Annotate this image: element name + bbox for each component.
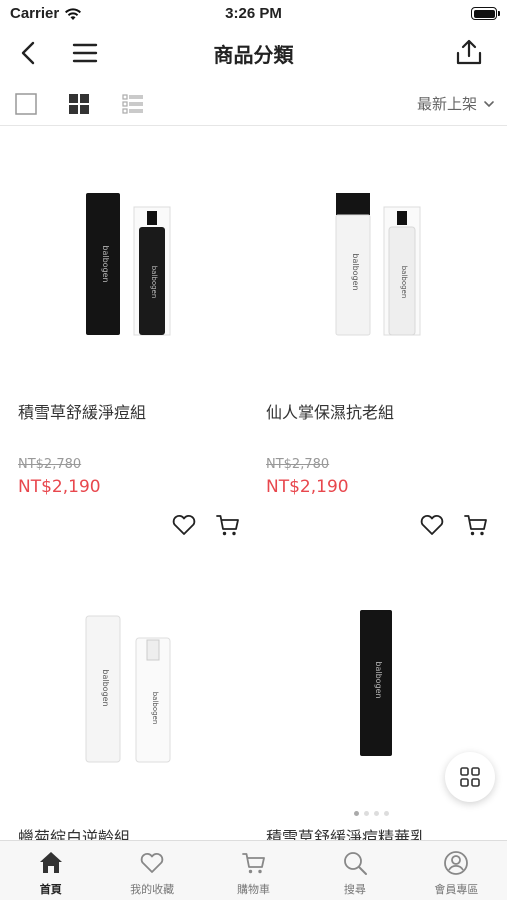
tab-label: 搜尋 [343, 883, 366, 896]
svg-text:balbogen: balbogen [101, 245, 110, 282]
back-icon[interactable] [14, 38, 44, 68]
page-dot [374, 811, 379, 816]
search-icon [344, 852, 367, 875]
page-indicator [354, 811, 389, 816]
svg-text:balbogen: balbogen [400, 266, 408, 299]
tab-label: 購物車 [237, 883, 271, 896]
grid-icon [460, 767, 480, 787]
sale-price: NT$2,190 [266, 477, 349, 497]
svg-text:balbogen: balbogen [151, 692, 159, 725]
product-name[interactable]: 仙人掌保濕抗老組 [266, 399, 394, 423]
tab-label: 我的收藏 [130, 883, 175, 896]
chevron-down-icon [484, 100, 494, 107]
tab-label: 首頁 [39, 883, 62, 896]
product-name[interactable]: 積雪草舒緩淨痘組 [18, 399, 146, 423]
tab-search[interactable]: 搜尋 [304, 841, 405, 900]
clock: 3:26 PM [225, 5, 282, 22]
grid-view-icon[interactable] [67, 92, 91, 116]
tab-favorites[interactable]: 我的收藏 [101, 841, 202, 900]
product-name[interactable]: 積雪草舒緩淨痘精華乳 [266, 824, 426, 840]
page-dot [364, 811, 369, 816]
sale-price: NT$2,190 [18, 477, 101, 497]
product-name[interactable]: 蠟菊綻白逆齡組 [18, 824, 130, 840]
heart-icon[interactable] [170, 511, 198, 539]
cart-icon [241, 853, 265, 874]
share-icon[interactable] [453, 36, 485, 68]
list-view-icon[interactable] [121, 92, 145, 116]
page-dot [384, 811, 389, 816]
heart-icon [140, 852, 164, 873]
floating-category-button[interactable] [445, 752, 495, 802]
original-price: NT$2,780 [18, 457, 82, 472]
tab-cart[interactable]: 購物車 [203, 841, 304, 900]
heart-icon[interactable] [418, 511, 446, 539]
home-icon [39, 852, 62, 873]
single-view-icon[interactable] [14, 92, 38, 116]
navigation-bar: 商品分類 [0, 28, 507, 78]
cart-icon[interactable] [462, 511, 490, 539]
tab-bar: 首頁 我的收藏 購物車 搜尋 會員專區 [0, 840, 507, 900]
status-bar: Carrier 3:26 PM [0, 0, 507, 28]
user-icon [444, 851, 469, 875]
original-price: NT$2,780 [266, 457, 330, 472]
product-image[interactable]: balbogen balbogen [0, 580, 253, 820]
cart-icon[interactable] [214, 511, 242, 539]
view-toolbar: 最新上架 [0, 80, 507, 126]
menu-icon[interactable] [70, 38, 100, 68]
svg-text:balbogen: balbogen [101, 669, 110, 706]
tab-label: 會員專區 [434, 883, 479, 896]
tab-home[interactable]: 首頁 [0, 841, 101, 900]
svg-text:balbogen: balbogen [351, 253, 360, 290]
battery-icon [471, 7, 500, 20]
product-image[interactable]: balbogen balbogen [248, 127, 501, 367]
tab-member[interactable]: 會員專區 [406, 841, 507, 900]
svg-text:balbogen: balbogen [150, 266, 158, 299]
page-dot [354, 811, 359, 816]
product-image[interactable]: balbogen balbogen [0, 127, 253, 367]
svg-text:balbogen: balbogen [374, 661, 383, 698]
sort-label: 最新上架 [416, 95, 477, 113]
product-grid: balbogen balbogen 積雪草舒緩淨痘組 NT$2,780 NT$2… [0, 127, 507, 840]
sort-dropdown[interactable]: 最新上架 [417, 93, 495, 114]
